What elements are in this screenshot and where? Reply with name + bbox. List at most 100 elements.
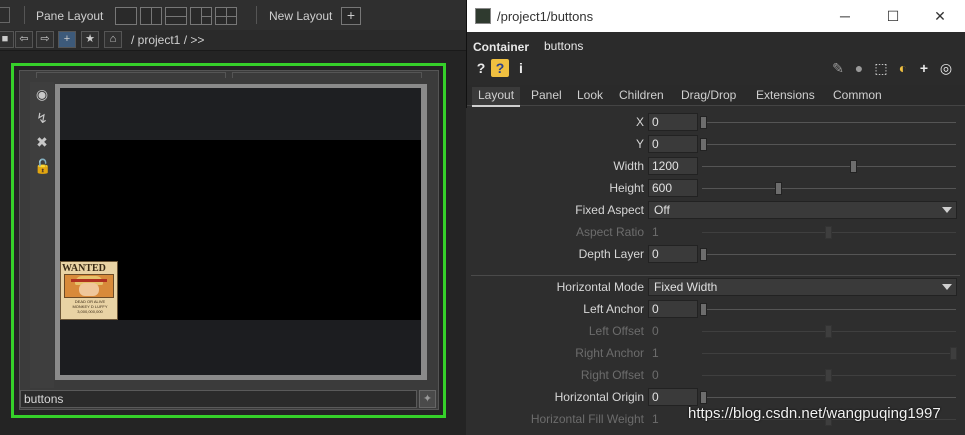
param-label-right-offset: Right Offset xyxy=(580,368,644,382)
lock-flag-icon[interactable]: 🔓 xyxy=(34,158,51,174)
param-label-width: Width xyxy=(613,159,644,173)
param-slider-track-left-anchor[interactable] xyxy=(702,309,956,310)
param-label-right-anchor: Right Anchor xyxy=(575,346,644,360)
operator-name[interactable]: buttons xyxy=(544,39,583,53)
param-field-right-offset: 0 xyxy=(652,368,659,382)
help-icon[interactable]: ? xyxy=(472,59,490,77)
param-field-y[interactable]: 0 xyxy=(648,135,698,153)
maximize-icon[interactable]: ☐ xyxy=(882,6,904,26)
node-name: buttons xyxy=(24,392,64,406)
param-slider-track-horizontal-origin[interactable] xyxy=(702,397,956,398)
node-flag-bar: ◉ ↯ ✖ 🔓 xyxy=(30,82,54,388)
param-slider-track-width[interactable] xyxy=(702,166,956,167)
target-icon[interactable]: ◎ xyxy=(937,59,955,77)
layout-single-icon[interactable] xyxy=(115,7,137,25)
close-icon[interactable]: ✕ xyxy=(929,6,951,26)
viewer-top-band xyxy=(60,88,421,141)
param-field-right-anchor: 1 xyxy=(652,346,659,360)
tab-children[interactable]: Children xyxy=(613,87,670,105)
param-slider-track-depth-layer[interactable] xyxy=(702,254,956,255)
close-flag-icon[interactable]: ✖ xyxy=(34,134,50,150)
poster-portrait xyxy=(64,274,114,298)
bookmark-star-icon[interactable]: ★ xyxy=(81,31,99,48)
param-field-aspect-ratio: 1 xyxy=(652,225,659,239)
info-icon[interactable]: i xyxy=(512,59,530,77)
node-connector-top xyxy=(232,72,422,78)
viewer-bottom-band xyxy=(60,320,421,375)
param-menu-fixed-aspect[interactable]: Off xyxy=(648,201,957,219)
param-field-horizontal-origin[interactable]: 0 xyxy=(648,388,698,406)
window-title: /project1/buttons xyxy=(497,9,594,24)
node-resize-icon[interactable]: ✦ xyxy=(419,390,436,408)
tab-layout[interactable]: Layout xyxy=(472,87,521,107)
network-path[interactable]: / project1 / >> xyxy=(131,33,204,47)
param-slider-handle-right-offset xyxy=(825,369,832,382)
param-slider-handle-x[interactable] xyxy=(700,116,707,129)
param-field-height[interactable]: 600 xyxy=(648,179,698,197)
layout-split-horizontal-icon[interactable] xyxy=(165,7,187,25)
toolbar-separator xyxy=(24,6,25,24)
back-arrow-icon[interactable]: ⇦ xyxy=(15,31,33,48)
new-layout-plus-icon[interactable]: + xyxy=(341,7,361,25)
python-help-icon[interactable]: ? xyxy=(491,59,509,77)
param-slider-track-y[interactable] xyxy=(702,144,956,145)
param-field-width[interactable]: 1200 xyxy=(648,157,698,175)
param-slider-handle-left-anchor[interactable] xyxy=(700,303,707,316)
layout-three-pane-icon[interactable] xyxy=(190,7,212,25)
home-icon[interactable]: ⌂ xyxy=(104,31,122,48)
param-slider-handle-horizontal-origin[interactable] xyxy=(700,391,707,404)
param-slider-handle-y[interactable] xyxy=(700,138,707,151)
poster-caption: DEAD OR ALIVE MONKEY D LUFFY 3,000,000,0… xyxy=(62,299,117,314)
param-slider-handle-left-offset xyxy=(825,325,832,338)
param-slider-track-right-anchor xyxy=(702,353,956,354)
edit-pencil-icon[interactable]: ✎ xyxy=(829,59,847,77)
param-slider-handle-height[interactable] xyxy=(775,182,782,195)
param-label-y: Y xyxy=(635,137,644,151)
param-label-x: X xyxy=(635,115,644,129)
toolbar-menu-icon[interactable] xyxy=(0,7,10,23)
param-slider-handle-width[interactable] xyxy=(850,160,857,173)
param-field-x[interactable]: 0 xyxy=(648,113,698,131)
operator-header: Container buttons xyxy=(467,32,965,88)
param-menu-horizontal-mode[interactable]: Fixed Width xyxy=(648,278,957,296)
bypass-flag-icon[interactable]: ↯ xyxy=(34,110,50,126)
window-title-bar: /project1/buttons ─ ☐ ✕ xyxy=(467,0,965,32)
param-slider-track-x[interactable] xyxy=(702,122,956,123)
tab-panel[interactable]: Panel xyxy=(525,87,568,105)
section-divider xyxy=(471,275,960,276)
tab-common[interactable]: Common xyxy=(827,87,888,105)
viewer-flag-icon[interactable]: ◉ xyxy=(34,86,50,102)
watermark: https://blog.csdn.net/wangpuqing1997 xyxy=(688,405,941,422)
param-label-aspect-ratio: Aspect Ratio xyxy=(575,225,644,239)
app-logo-icon xyxy=(475,8,491,24)
clone-icon[interactable]: ⬚ xyxy=(872,59,890,77)
param-slider-handle-depth-layer[interactable] xyxy=(700,248,707,261)
param-field-left-anchor[interactable]: 0 xyxy=(648,300,698,318)
param-field-depth-layer[interactable]: 0 xyxy=(648,245,698,263)
param-label-horizontal-fill-weight: Horizontal Fill Weight xyxy=(530,412,644,426)
param-label-horizontal-origin: Horizontal Origin xyxy=(554,390,644,404)
tab-look[interactable]: Look xyxy=(571,87,609,105)
tab-drag-drop[interactable]: Drag/Drop xyxy=(675,87,742,105)
param-label-height: Height xyxy=(609,181,644,195)
wanted-poster-image: WANTED DEAD OR ALIVE MONKEY D LUFFY 3,00… xyxy=(60,261,118,320)
dropdown-arrow-icon xyxy=(942,207,952,213)
path-bar: ■ ⇦ ⇨ + ★ ⌂ / project1 / >> xyxy=(0,30,466,51)
param-label-fixed-aspect: Fixed Aspect xyxy=(575,203,644,217)
layout-split-vertical-icon[interactable] xyxy=(140,7,162,25)
minimize-icon[interactable]: ─ xyxy=(834,6,856,26)
comment-icon[interactable]: ● xyxy=(850,59,868,77)
param-label-horizontal-mode: Horizontal Mode xyxy=(556,280,644,294)
node-name-bar[interactable] xyxy=(20,390,417,408)
add-icon[interactable]: + xyxy=(915,59,933,77)
dropdown-arrow-icon xyxy=(942,284,952,290)
poster-line-3: 3,000,000,000 xyxy=(77,309,103,314)
forward-arrow-icon[interactable]: ⇨ xyxy=(36,31,54,48)
tab-extensions[interactable]: Extensions xyxy=(750,87,821,105)
layout-four-pane-icon[interactable] xyxy=(215,7,237,25)
home-square-icon[interactable]: ■ xyxy=(0,31,14,48)
param-slider-track-height[interactable] xyxy=(702,188,956,189)
python-icon[interactable]: ◐ xyxy=(894,59,912,77)
add-plus-icon[interactable]: + xyxy=(58,31,76,48)
param-label-left-offset: Left Offset xyxy=(588,324,644,338)
